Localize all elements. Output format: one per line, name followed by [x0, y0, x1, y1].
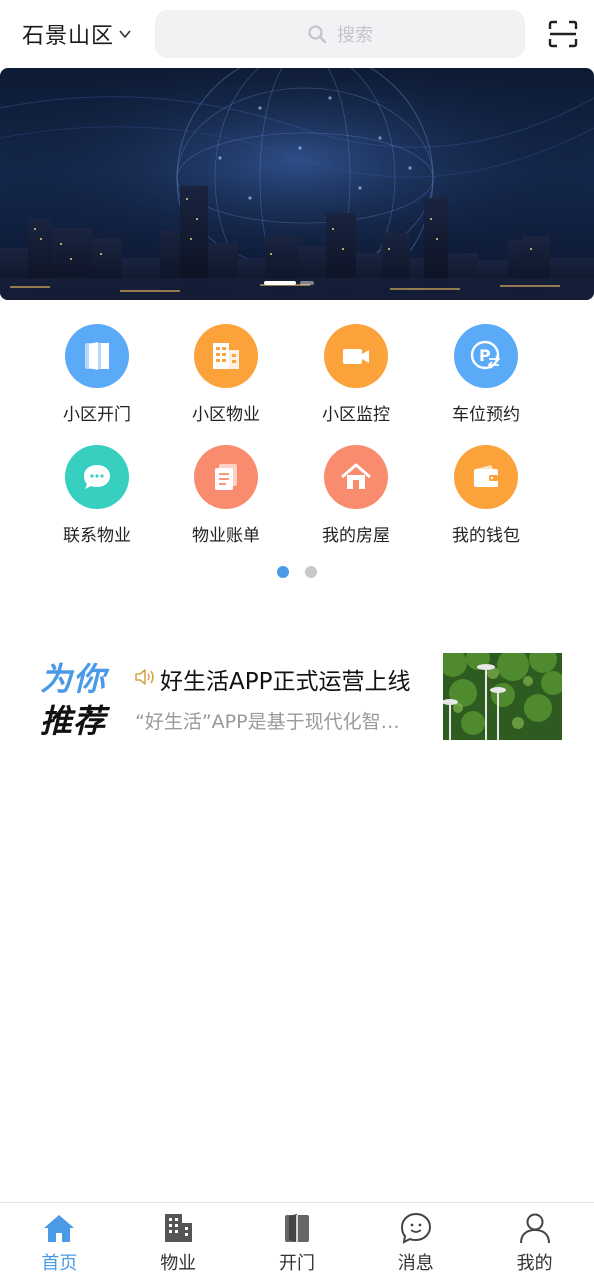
wallet-icon — [474, 465, 498, 487]
action-community-property[interactable]: 小区物业 — [166, 324, 286, 425]
action-label: 我的房屋 — [322, 526, 390, 546]
parking-circle: P — [454, 324, 518, 388]
svg-text:P: P — [479, 346, 491, 365]
tab-property[interactable]: 物业 — [119, 1203, 238, 1281]
action-label: 小区物业 — [192, 405, 260, 425]
action-label: 我的钱包 — [452, 526, 520, 546]
door-circle — [65, 324, 129, 388]
action-parking-booking[interactable]: P 车位预约 — [426, 324, 546, 425]
bottom-tab-bar: 首页 物业 开门 消息 我的 — [0, 1202, 594, 1281]
message-icon — [400, 1212, 431, 1244]
scan-icon[interactable] — [548, 20, 578, 48]
recommend-headline: 好生活APP正式运营上线 — [160, 669, 411, 695]
action-contact-property[interactable]: 联系物业 — [37, 445, 157, 546]
recommend-description: “好生活”APP是基于现代化智慧社区服务平台 — [135, 711, 413, 733]
house-icon — [341, 463, 371, 489]
door-icon — [85, 342, 109, 370]
home-icon — [44, 1215, 75, 1242]
banner-indicator-active — [264, 281, 296, 285]
page-indicator-active[interactable] — [277, 566, 289, 578]
tab-messages[interactable]: 消息 — [356, 1203, 475, 1281]
banner-carousel[interactable] — [0, 68, 594, 300]
action-label: 小区监控 — [322, 405, 390, 425]
banner-indicator — [300, 281, 314, 285]
video-camera-icon — [343, 349, 369, 364]
banner-image — [0, 68, 594, 300]
action-property-bill[interactable]: 物业账单 — [166, 445, 286, 546]
bill-icon — [215, 464, 237, 490]
recommend-title-line2: 推荐 — [40, 702, 107, 740]
chat-bubble-icon — [84, 465, 110, 489]
search-input[interactable]: 搜索 — [155, 10, 525, 58]
tab-label: 物业 — [160, 1253, 197, 1274]
action-label: 物业账单 — [192, 526, 260, 546]
building-icon — [165, 1214, 193, 1242]
door-icon — [284, 1214, 309, 1242]
action-my-house[interactable]: 我的房屋 — [296, 445, 416, 546]
camera-circle — [324, 324, 388, 388]
action-label: 小区开门 — [63, 405, 131, 425]
building-circle — [194, 324, 258, 388]
search-placeholder: 搜索 — [337, 25, 373, 46]
user-icon — [519, 1213, 550, 1244]
action-label: 联系物业 — [63, 526, 131, 546]
recommend-card[interactable]: 为你 推荐 好生活APP正式运营上线 “好生活”APP是基于现代化智慧社区服务平… — [0, 652, 594, 742]
building-icon — [213, 343, 239, 369]
action-community-door[interactable]: 小区开门 — [37, 324, 157, 425]
tab-label: 开门 — [278, 1253, 315, 1274]
tab-label: 我的 — [516, 1253, 553, 1274]
chevron-down-icon — [119, 30, 131, 39]
location-label: 石景山区 — [22, 24, 115, 49]
tab-home[interactable]: 首页 — [0, 1203, 119, 1281]
search-icon — [308, 25, 327, 44]
location-selector[interactable]: 石景山区 — [22, 18, 132, 50]
page-indicator[interactable] — [305, 566, 317, 578]
action-my-wallet[interactable]: 我的钱包 — [426, 445, 546, 546]
top-header: 石景山区 搜索 — [0, 0, 594, 68]
recommend-title-line1: 为你 — [40, 660, 107, 698]
action-community-monitor[interactable]: 小区监控 — [296, 324, 416, 425]
recommend-thumbnail — [443, 653, 562, 740]
tab-profile[interactable]: 我的 — [475, 1203, 594, 1281]
action-label: 车位预约 — [452, 405, 520, 425]
chat-circle — [65, 445, 129, 509]
bill-circle — [194, 445, 258, 509]
tab-open-door[interactable]: 开门 — [238, 1203, 357, 1281]
house-circle — [324, 445, 388, 509]
tab-label: 消息 — [397, 1253, 434, 1274]
tab-label: 首页 — [41, 1253, 78, 1274]
wallet-circle — [454, 445, 518, 509]
speaker-icon — [135, 669, 154, 685]
parking-icon: P — [470, 340, 501, 370]
